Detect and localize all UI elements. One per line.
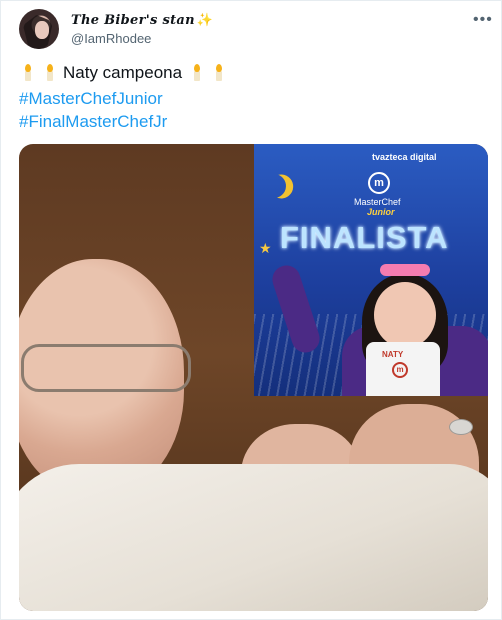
moon-icon	[258, 170, 291, 203]
display-name-text: The Biber's stan	[71, 13, 195, 28]
girl-face	[374, 282, 436, 348]
apron-logo-icon: m	[392, 362, 408, 378]
pink-bow	[380, 264, 430, 276]
finalista-headline: FINALISTA	[280, 220, 449, 255]
candle-icon	[214, 64, 224, 81]
candle-icon	[192, 64, 202, 81]
ring	[449, 419, 473, 435]
masterchef-logo-icon: m	[368, 172, 390, 194]
more-dots-icon[interactable]: •••	[473, 11, 493, 29]
avatar-face	[35, 21, 49, 39]
hashtag-link[interactable]: #FinalMasterChefJr	[19, 112, 167, 132]
masterchef-junior-label: Junior	[367, 207, 395, 217]
avatar[interactable]	[19, 9, 59, 49]
sparkle-icon: ✨	[196, 13, 214, 28]
candle-icon	[45, 64, 55, 81]
tweet-text-content: Naty campeona	[63, 63, 183, 82]
candle-icon	[23, 64, 33, 81]
star-icon: ★	[259, 240, 272, 256]
white-robe	[19, 464, 488, 611]
finalista-inset-image: tvazteca digital m MasterChef Junior FIN…	[254, 144, 488, 396]
apron-name: NATY	[382, 350, 404, 359]
display-name[interactable]: The Biber's stan ✨	[71, 13, 213, 28]
tweet-text: Naty campeona	[19, 63, 232, 83]
tweet-image[interactable]: tvazteca digital m MasterChef Junior FIN…	[19, 144, 488, 611]
masterchef-brand: MasterChef	[354, 197, 401, 207]
tweet-card: The Biber's stan ✨ @IamRhodee ••• Naty ca…	[0, 0, 502, 620]
glasses	[21, 344, 191, 392]
channel-logo: tvazteca digital	[372, 152, 437, 162]
hashtag-link[interactable]: #MasterChefJunior	[19, 89, 163, 109]
user-handle[interactable]: @IamRhodee	[71, 31, 151, 46]
